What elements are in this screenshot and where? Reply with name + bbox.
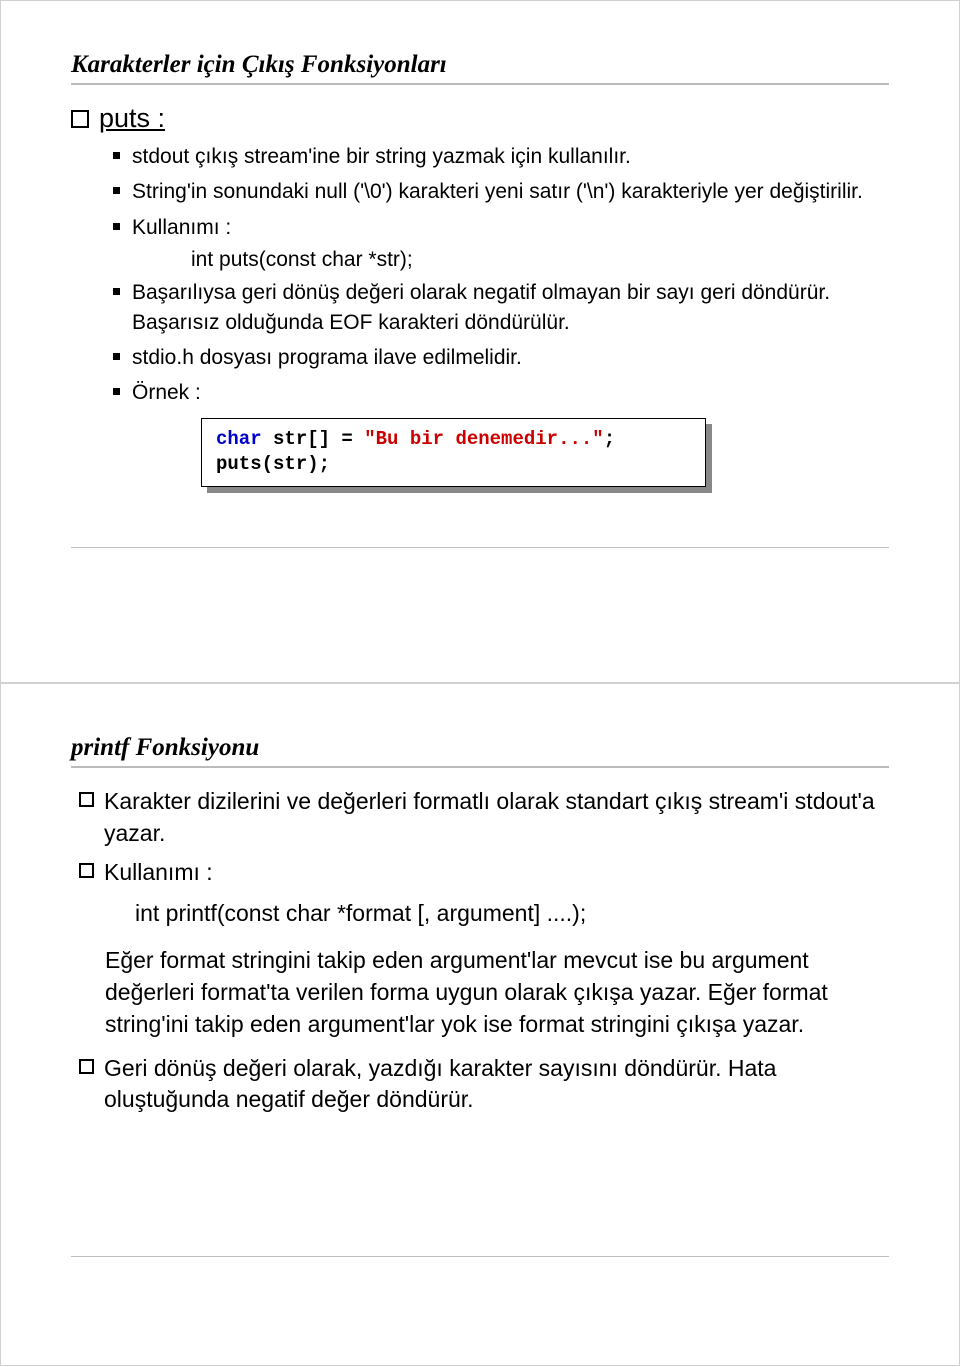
code-text: str[] = [262,428,365,450]
list-item: stdio.h dosyası programa ilave edilmelid… [113,343,889,372]
footer-rule [71,547,889,548]
slide-2: printf Fonksiyonu Karakter dizilerini ve… [0,683,960,1366]
bullet-text: Kullanımı : [132,213,889,242]
bullet-icon [113,388,120,395]
explanation-paragraph: Eğer format stringini takip eden argumen… [105,945,889,1040]
list-item: stdout çıkış stream'ine bir string yazma… [113,142,889,171]
signature-line: int puts(const char *str); [191,248,889,272]
heading-text: puts : [99,103,165,134]
bullet-text: Geri dönüş değeri olarak, yazdığı karakt… [104,1053,889,1116]
code-text: ; [604,428,615,450]
code-example: char str[] = "Bu bir denemedir..."; puts… [201,418,706,487]
bullet-square-icon [79,792,94,807]
bullet-text: Karakter dizilerini ve değerleri formatl… [104,786,889,849]
bullet-text: Kullanımı : [104,857,889,889]
list-item: Kullanımı : [79,857,889,889]
list-item: Geri dönüş değeri olarak, yazdığı karakt… [79,1053,889,1116]
bullet-icon [113,152,120,159]
list-item: Kullanımı : [113,213,889,242]
bullet-icon [113,223,120,230]
slide-title: Karakterler için Çıkış Fonksiyonları [71,51,889,85]
code-keyword: char [216,428,262,450]
bullet-icon [113,187,120,194]
bullet-square-icon [71,110,89,128]
bullet-list: Başarılıysa geri dönüş değeri olarak neg… [113,278,889,408]
bullet-text: Başarılıysa geri dönüş değeri olarak neg… [132,278,889,337]
list-item: Karakter dizilerini ve değerleri formatl… [79,786,889,849]
slide-1: Karakterler için Çıkış Fonksiyonları put… [0,0,960,683]
bullet-text: String'in sonundaki null ('\0') karakter… [132,177,889,206]
bullet-list: stdout çıkış stream'ine bir string yazma… [113,142,889,242]
footer-rule [71,1256,889,1257]
bullet-square-icon [79,863,94,878]
bullet-text: Örnek : [132,378,889,407]
code-text: puts(str); [216,453,330,475]
code-block: char str[] = "Bu bir denemedir..."; puts… [201,418,706,487]
section-heading-puts: puts : [71,103,889,134]
bullet-icon [113,288,120,295]
bullet-square-icon [79,1059,94,1074]
code-string: "Bu bir denemedir..." [364,428,603,450]
list-item: Başarılıysa geri dönüş değeri olarak neg… [113,278,889,337]
signature-line: int printf(const char *format [, argumen… [135,897,889,929]
outline-list: Geri dönüş değeri olarak, yazdığı karakt… [79,1053,889,1116]
list-item: Örnek : [113,378,889,407]
bullet-text: stdout çıkış stream'ine bir string yazma… [132,142,889,171]
bullet-icon [113,353,120,360]
list-item: String'in sonundaki null ('\0') karakter… [113,177,889,206]
outline-list: Karakter dizilerini ve değerleri formatl… [79,786,889,889]
slide-title: printf Fonksiyonu [71,734,889,768]
bullet-text: stdio.h dosyası programa ilave edilmelid… [132,343,889,372]
